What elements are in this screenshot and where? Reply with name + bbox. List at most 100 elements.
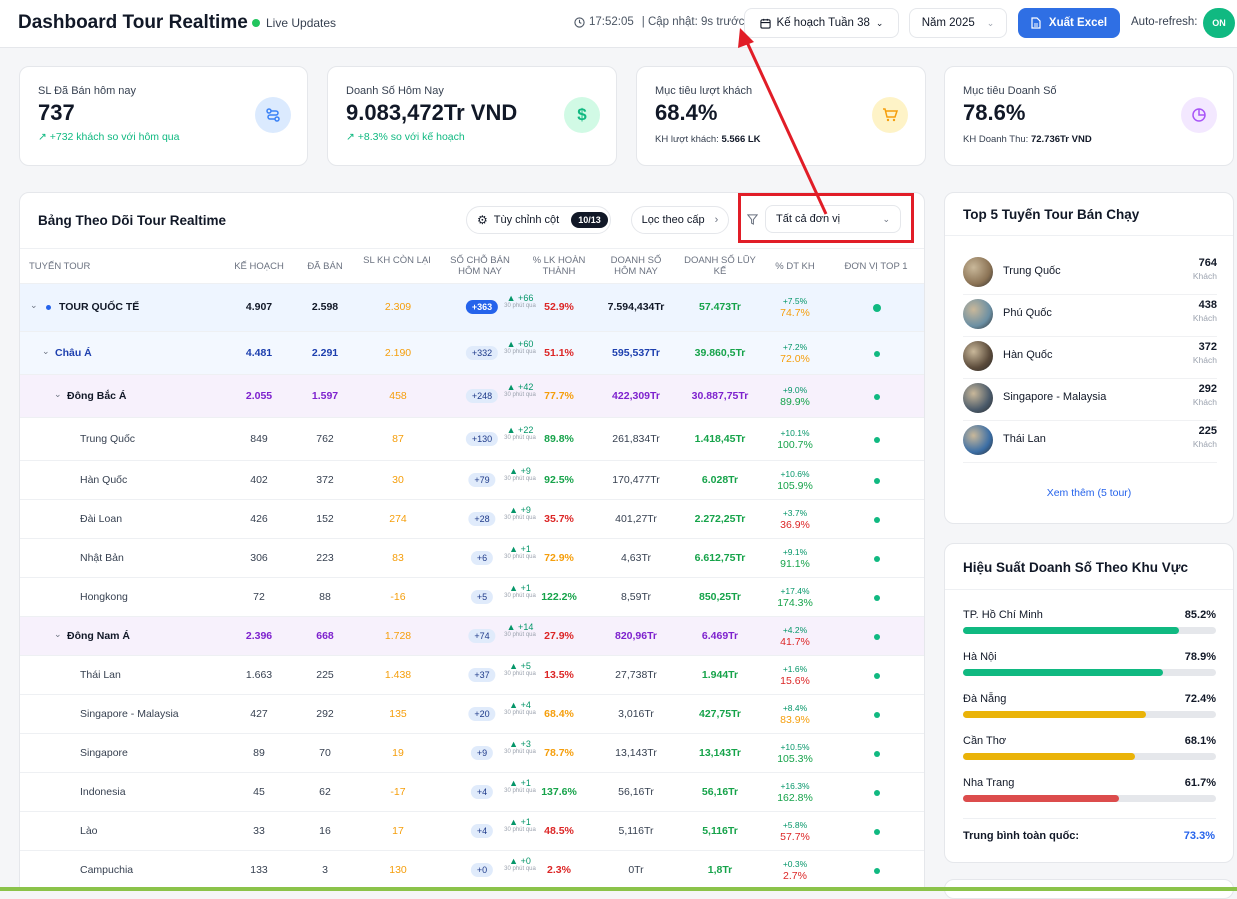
cell-remain: 30 bbox=[392, 473, 404, 486]
table-row[interactable]: ⌄ Đông Bắc Á 2.055 1.597 458 +248 ▲ +42 30 phút… bbox=[20, 375, 924, 418]
increment: ▲ +1 30 phút qua bbox=[504, 777, 536, 794]
table-row[interactable]: Đài Loan 426 152 274 +28 ▲ +9 30 phút qua 35.7%… bbox=[20, 500, 924, 539]
table-row[interactable]: ⌄ Châu Á 4.481 2.291 2.190 +332 ▲ +60 30 phút q… bbox=[20, 332, 924, 375]
today-seats-badge: +0 bbox=[470, 862, 494, 877]
kpi-trend: ↗ +732 khách so với hôm qua bbox=[38, 131, 180, 143]
cell-dt-kh: +5.8% 57.7% bbox=[780, 819, 810, 843]
cell-dt-kh: +17.4% 174.3% bbox=[777, 585, 813, 609]
chevron-down-icon[interactable]: ⌄ bbox=[42, 346, 50, 357]
chevron-right-icon: › bbox=[714, 214, 719, 226]
tour-name: Phú Quốc bbox=[1003, 307, 1052, 319]
kpi-card-sold: SL Đã Bán hôm nay 737 ↗ +732 khách so vớ… bbox=[19, 66, 308, 166]
today-seats-badge: +332 bbox=[465, 345, 499, 360]
col-top-unit: Đơn Vị Top 1 bbox=[844, 261, 908, 272]
row-name: Singapore - Malaysia bbox=[80, 707, 179, 720]
table-row[interactable]: Hongkong 72 88 -16 +5 ▲ +1 30 phút qua 122.2% 8,… bbox=[20, 578, 924, 617]
cell-dt-kh: +9.0% 89.9% bbox=[780, 384, 810, 408]
row-name: Hongkong bbox=[80, 590, 128, 603]
cell-rev-cum: 2.272,25Tr bbox=[694, 512, 746, 525]
table-row[interactable]: ⌄ Đông Nam Á 2.396 668 1.728 +74 ▲ +14 30 phút … bbox=[20, 617, 924, 656]
updated-ago: | Cập nhật: 9s trước bbox=[641, 16, 745, 28]
increment: ▲ +9 30 phút qua bbox=[504, 465, 536, 482]
cell-dt-kh: +1.6% 15.6% bbox=[780, 663, 810, 687]
table-row[interactable]: Indonesia 45 62 -17 +4 ▲ +1 30 phút qua 137.6% 5… bbox=[20, 773, 924, 812]
cell-sold: 2.598 bbox=[311, 301, 339, 313]
region-name: Cần Thơ bbox=[963, 735, 1007, 747]
table-row[interactable]: Hàn Quốc 402 372 30 +79 ▲ +9 30 phút qua 92.5% 1… bbox=[20, 461, 924, 500]
progress-track bbox=[963, 711, 1216, 718]
chevron-down-icon[interactable]: ⌄ bbox=[54, 389, 62, 400]
cell-plan: 72 bbox=[253, 590, 265, 603]
progress-track bbox=[963, 627, 1216, 634]
kpi-value: 9.083,472Tr VND bbox=[346, 100, 518, 125]
increment: ▲ +42 30 phút qua bbox=[504, 381, 536, 398]
cell-pct: 72.9% bbox=[544, 551, 574, 564]
kpi-label: Mục tiêu Doanh Số bbox=[963, 85, 1057, 97]
status-dot-icon bbox=[874, 828, 880, 835]
today-seats-badge: +4 bbox=[470, 823, 494, 838]
see-more-link[interactable]: Xem thêm (5 tour) bbox=[945, 487, 1233, 499]
dollar-icon: $ bbox=[564, 97, 600, 133]
chevron-down-icon: ⌄ bbox=[882, 213, 890, 224]
today-seats-badge: +248 bbox=[465, 388, 499, 403]
table-row[interactable]: Campuchia 133 3 130 +0 ▲ +0 30 phút qua 2.3% 0Tr… bbox=[20, 851, 924, 890]
tour-name: Hàn Quốc bbox=[1003, 349, 1053, 361]
col-today-seats: Số Chỗ Bán Hôm Nay bbox=[450, 255, 510, 277]
table-row[interactable]: Nhật Bản 306 223 83 +6 ▲ +1 30 phút qua 72.9% 4,… bbox=[20, 539, 924, 578]
cell-pct: 92.5% bbox=[544, 473, 574, 486]
status-dot-icon bbox=[874, 393, 880, 400]
today-seats-badge: +79 bbox=[468, 472, 496, 487]
cell-sold: 762 bbox=[316, 432, 334, 445]
chevron-down-icon[interactable]: ⌄ bbox=[54, 629, 62, 640]
unit-filter-select[interactable]: Tất cả đơn vị ⌄ bbox=[765, 205, 901, 233]
tour-value: 372 bbox=[1198, 341, 1217, 353]
calendar-icon bbox=[759, 18, 771, 29]
progress-fill bbox=[963, 711, 1147, 718]
chevron-down-icon: ⌄ bbox=[875, 17, 884, 28]
today-seats-badge: +6 bbox=[470, 550, 494, 565]
top-tour-item[interactable]: Phú Quốc 438 Khách bbox=[963, 295, 1217, 337]
top-tour-item[interactable]: Singapore - Malaysia 292 Khách bbox=[963, 379, 1217, 421]
cell-sold: 88 bbox=[319, 590, 331, 603]
table-row[interactable]: Singapore - Malaysia 427 292 135 +20 ▲ +4 30 p… bbox=[20, 695, 924, 734]
tour-value: 764 bbox=[1198, 257, 1217, 269]
region-value: 78.9% bbox=[1184, 651, 1216, 663]
table-row[interactable]: Lào 33 16 17 +4 ▲ +1 30 phút qua 48.5% 5,116Tr 5,… bbox=[20, 812, 924, 851]
year-select[interactable]: Năm 2025 ⌄ bbox=[909, 8, 1007, 38]
top-tour-item[interactable]: Hàn Quốc 372 Khách bbox=[963, 337, 1217, 379]
cell-remain: -16 bbox=[390, 590, 406, 603]
cell-rev-today: 5,116Tr bbox=[618, 824, 654, 837]
cell-rev-cum: 850,25Tr bbox=[698, 590, 742, 603]
table-row[interactable]: Thái Lan 1.663 225 1.438 +37 ▲ +5 30 phút qua 1… bbox=[20, 656, 924, 695]
chevron-down-icon[interactable]: ⌄ bbox=[30, 300, 38, 311]
avg-label: Trung bình toàn quốc: bbox=[963, 830, 1080, 842]
export-excel-button[interactable]: Xuất Excel bbox=[1018, 8, 1120, 38]
table-row[interactable]: ⌄ TOUR QUỐC TẾ 4.907 2.598 2.309 +363 ▲ +66 30 … bbox=[20, 284, 924, 332]
cell-remain: 87 bbox=[392, 432, 404, 445]
filter-icon bbox=[747, 214, 758, 225]
week-plan-select[interactable]: Kế hoạch Tuần 38 ⌄ bbox=[744, 8, 899, 38]
cell-rev-today: 401,27Tr bbox=[615, 512, 657, 525]
cell-rev-today: 0Tr bbox=[628, 863, 644, 876]
bottom-accent bbox=[0, 887, 1237, 891]
status-dot-icon bbox=[874, 350, 880, 357]
col-pct-complete: % LK Hoàn Thành bbox=[532, 255, 586, 277]
cell-rev-cum: 30.887,75Tr bbox=[691, 389, 749, 402]
cell-pct: 89.8% bbox=[544, 432, 574, 445]
tour-unit: Khách bbox=[1192, 355, 1217, 365]
today-seats-badge: +28 bbox=[468, 511, 496, 526]
unit-filter-label: Tất cả đơn vị bbox=[776, 213, 841, 225]
columns-count-badge: 10/13 bbox=[571, 212, 608, 228]
customize-columns-button[interactable]: ⚙ Tùy chỉnh cột 10/13 bbox=[466, 206, 611, 234]
auto-refresh-toggle[interactable]: ON bbox=[1203, 8, 1235, 38]
avg-value: 73.3% bbox=[1183, 830, 1215, 842]
top-tour-item[interactable]: Thái Lan 225 Khách bbox=[963, 421, 1217, 463]
file-icon bbox=[1031, 17, 1041, 29]
top-tour-item[interactable]: Trung Quốc 764 Khách bbox=[963, 253, 1217, 295]
table-row[interactable]: Singapore 89 70 19 +9 ▲ +3 30 phút qua 78.7% 13,… bbox=[20, 734, 924, 773]
cell-plan: 306 bbox=[250, 551, 268, 564]
level-filter-button[interactable]: Lọc theo cấp › bbox=[631, 206, 729, 234]
pie-icon bbox=[1181, 97, 1217, 133]
table-row[interactable]: Trung Quốc 849 762 87 +130 ▲ +22 30 phút qua 89… bbox=[20, 418, 924, 461]
cell-plan: 1.663 bbox=[245, 668, 273, 681]
